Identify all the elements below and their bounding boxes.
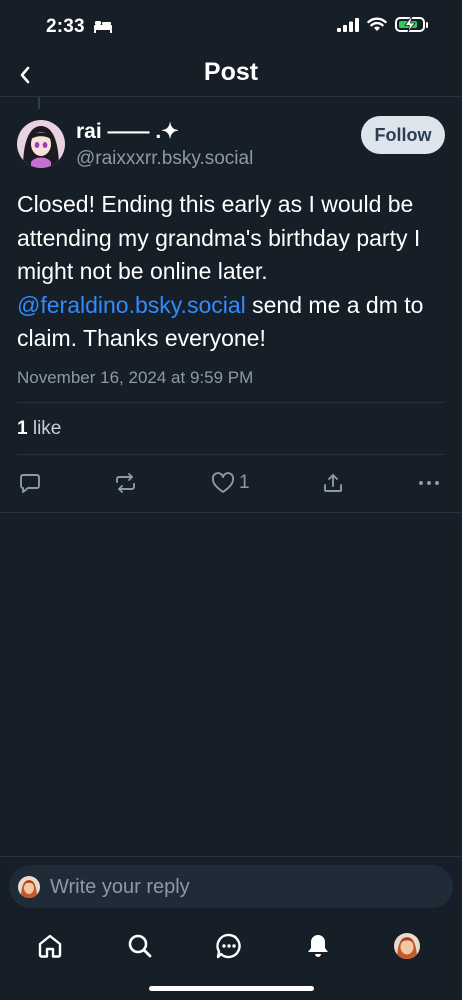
divider <box>0 856 462 857</box>
author-handle[interactable]: @raixxxrr.bsky.social <box>76 148 253 170</box>
divider <box>17 454 445 455</box>
tab-bar <box>0 918 462 978</box>
heart-icon <box>211 472 235 493</box>
chat-icon <box>216 933 241 959</box>
post-header: Post <box>0 56 462 97</box>
divider <box>0 512 462 513</box>
reply-composer[interactable]: Write your reply <box>9 865 453 908</box>
thread-line <box>38 97 40 109</box>
like-action-count: 1 <box>239 472 250 493</box>
share-icon <box>324 474 342 492</box>
more-icon <box>419 481 439 485</box>
tab-notifications[interactable] <box>303 931 333 961</box>
tab-chat[interactable] <box>214 931 244 961</box>
search-icon <box>128 934 152 958</box>
tab-profile[interactable] <box>392 931 422 961</box>
like-word: like <box>27 418 62 439</box>
reply-placeholder: Write your reply <box>50 876 190 898</box>
reply-button[interactable] <box>19 468 41 498</box>
page-title: Post <box>203 58 259 86</box>
share-button[interactable] <box>322 468 344 498</box>
profile-avatar <box>394 933 420 959</box>
follow-button[interactable]: Follow <box>361 116 445 154</box>
current-user-avatar <box>18 876 40 898</box>
post-actions: 1 <box>0 468 462 498</box>
status-bar: 2:33 <box>0 0 462 56</box>
repost-button[interactable] <box>114 468 137 498</box>
signal-icon <box>337 17 359 32</box>
home-indicator <box>149 986 314 991</box>
divider <box>17 402 445 403</box>
mention-link[interactable]: @feraldino.bsky.social <box>17 292 246 318</box>
battery-icon <box>395 17 428 32</box>
status-indicators <box>337 17 428 32</box>
post-timestamp: November 16, 2024 at 9:59 PM <box>17 368 254 387</box>
bed-icon <box>94 21 112 33</box>
repost-icon <box>116 473 135 493</box>
post-text: Closed! Ending this early as I would be … <box>17 188 447 356</box>
comment-icon <box>20 474 40 493</box>
post-text-part-1: Closed! Ending this early as I would be … <box>17 191 421 284</box>
tab-home[interactable] <box>35 931 65 961</box>
like-button[interactable]: 1 <box>211 468 250 498</box>
tab-search[interactable] <box>125 931 155 961</box>
author-name[interactable]: rai —— .✦ <box>76 119 179 144</box>
wifi-icon <box>367 17 387 31</box>
like-count: 1 <box>17 418 28 439</box>
author-avatar[interactable] <box>17 120 65 168</box>
status-time: 2:33 <box>46 16 85 37</box>
more-options-button[interactable] <box>418 468 440 498</box>
bell-icon <box>308 935 328 957</box>
like-count-summary[interactable]: 1 like <box>17 418 61 440</box>
home-icon <box>38 934 62 958</box>
